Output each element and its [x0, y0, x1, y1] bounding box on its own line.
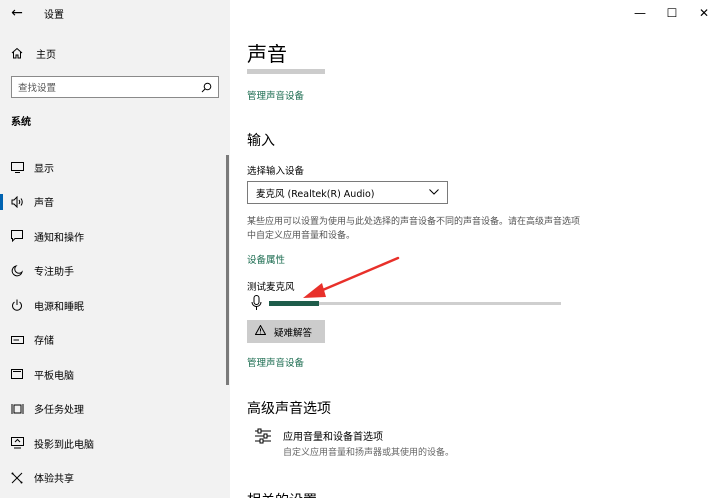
sidebar-item-sound[interactable]: 声音 — [0, 185, 230, 220]
back-button[interactable]: ← — [0, 0, 34, 26]
app-volume-title: 应用音量和设备首选项 — [283, 432, 383, 443]
search-icon[interactable] — [201, 78, 212, 97]
close-button[interactable]: ✕ — [688, 0, 720, 26]
sliders-icon — [255, 428, 283, 458]
sidebar-item-project[interactable]: 投影到此电脑 — [0, 426, 230, 461]
sidebar-item-multitasking[interactable]: 多任务处理 — [0, 392, 230, 427]
warning-icon — [254, 324, 267, 338]
sidebar-item-label: 通知和操作 — [34, 232, 84, 244]
section-title: 系统 — [11, 117, 31, 128]
sidebar-item-label: 多任务处理 — [34, 405, 84, 417]
sidebar-item-display[interactable]: 显示 — [0, 150, 230, 185]
troubleshoot-button[interactable]: 疑难解答 — [247, 320, 325, 343]
multitask-icon — [0, 403, 34, 415]
device-properties-link[interactable]: 设备属性 — [247, 252, 285, 266]
app-title: 设置 — [44, 9, 64, 21]
page-title: 声音 — [247, 42, 287, 66]
tablet-icon — [0, 368, 34, 380]
sidebar-item-power[interactable]: 电源和睡眠 — [0, 288, 230, 323]
sidebar-item-tablet[interactable]: 平板电脑 — [0, 357, 230, 392]
sidebar-nav: 显示 声音 通知和操作 专注助手 电源和睡眠 存储 平板电脑 多任务处理 投影到… — [0, 150, 230, 495]
input-description: 某些应用可以设置为使用与此处选择的声音设备不同的声音设备。请在高级声音选项中自定… — [247, 217, 581, 241]
mic-level-meter — [269, 301, 561, 306]
input-device-select[interactable]: 麦克风 (Realtek(R) Audio) — [247, 181, 448, 204]
home-icon — [0, 47, 34, 59]
speaker-icon — [0, 195, 34, 208]
input-heading: 输入 — [247, 133, 275, 149]
sidebar-item-label: 平板电脑 — [34, 370, 74, 382]
app-volume-preferences[interactable]: 应用音量和设备首选项 自定义应用音量和扬声器或其使用的设备。 — [255, 428, 454, 458]
window-controls: — ☐ ✕ — [624, 0, 720, 26]
search-input[interactable]: 查找设置 — [11, 76, 219, 98]
title-underline — [247, 69, 325, 74]
select-input-label: 选择输入设备 — [247, 166, 305, 177]
search-placeholder: 查找设置 — [18, 83, 57, 94]
moon-icon — [0, 264, 34, 277]
manage-sound-devices-link-2[interactable]: 管理声音设备 — [247, 355, 304, 369]
sidebar-item-storage[interactable]: 存储 — [0, 323, 230, 358]
sidebar-item-focus-assist[interactable]: 专注助手 — [0, 254, 230, 289]
input-device-value: 麦克风 (Realtek(R) Audio) — [256, 188, 375, 200]
notification-icon — [0, 230, 34, 243]
chevron-down-icon — [429, 187, 439, 198]
home-link[interactable]: 主页 — [0, 42, 56, 64]
app-volume-desc: 自定义应用音量和扬声器或其使用的设备。 — [283, 448, 455, 458]
manage-sound-devices-link[interactable]: 管理声音设备 — [247, 88, 304, 102]
sidebar-item-shared-experiences[interactable]: 体验共享 — [0, 461, 230, 496]
sidebar-item-label: 投影到此电脑 — [34, 439, 94, 451]
sidebar-item-label: 体验共享 — [34, 474, 74, 486]
sidebar-item-label: 声音 — [34, 198, 54, 210]
sidebar-item-label: 电源和睡眠 — [34, 301, 84, 313]
related-settings-heading: 相关的设置 — [247, 490, 317, 498]
mic-level-fill — [269, 301, 319, 306]
test-mic-label: 测试麦克风 — [247, 282, 295, 293]
power-icon — [0, 299, 34, 311]
display-icon — [0, 161, 34, 173]
advanced-heading: 高级声音选项 — [247, 401, 331, 417]
back-arrow-icon: ← — [11, 5, 23, 21]
sidebar-item-label: 存储 — [34, 336, 54, 348]
troubleshoot-label: 疑难解答 — [274, 327, 313, 339]
microphone-icon — [251, 295, 262, 315]
minimize-button[interactable]: — — [624, 0, 656, 26]
share-icon — [0, 472, 34, 484]
storage-icon — [0, 335, 34, 344]
home-label: 主页 — [36, 49, 56, 61]
titlebar: ← 设置 — [0, 0, 230, 26]
sidebar-scrollbar[interactable] — [226, 155, 229, 385]
sidebar-item-notifications[interactable]: 通知和操作 — [0, 219, 230, 254]
project-icon — [0, 437, 34, 449]
sidebar-item-label: 专注助手 — [34, 267, 74, 279]
sidebar: ← 设置 主页 查找设置 系统 显示 声音 通知和操作 专注助手 电源和睡眠 存… — [0, 0, 230, 498]
sidebar-item-label: 显示 — [34, 163, 54, 175]
maximize-button[interactable]: ☐ — [656, 0, 688, 26]
